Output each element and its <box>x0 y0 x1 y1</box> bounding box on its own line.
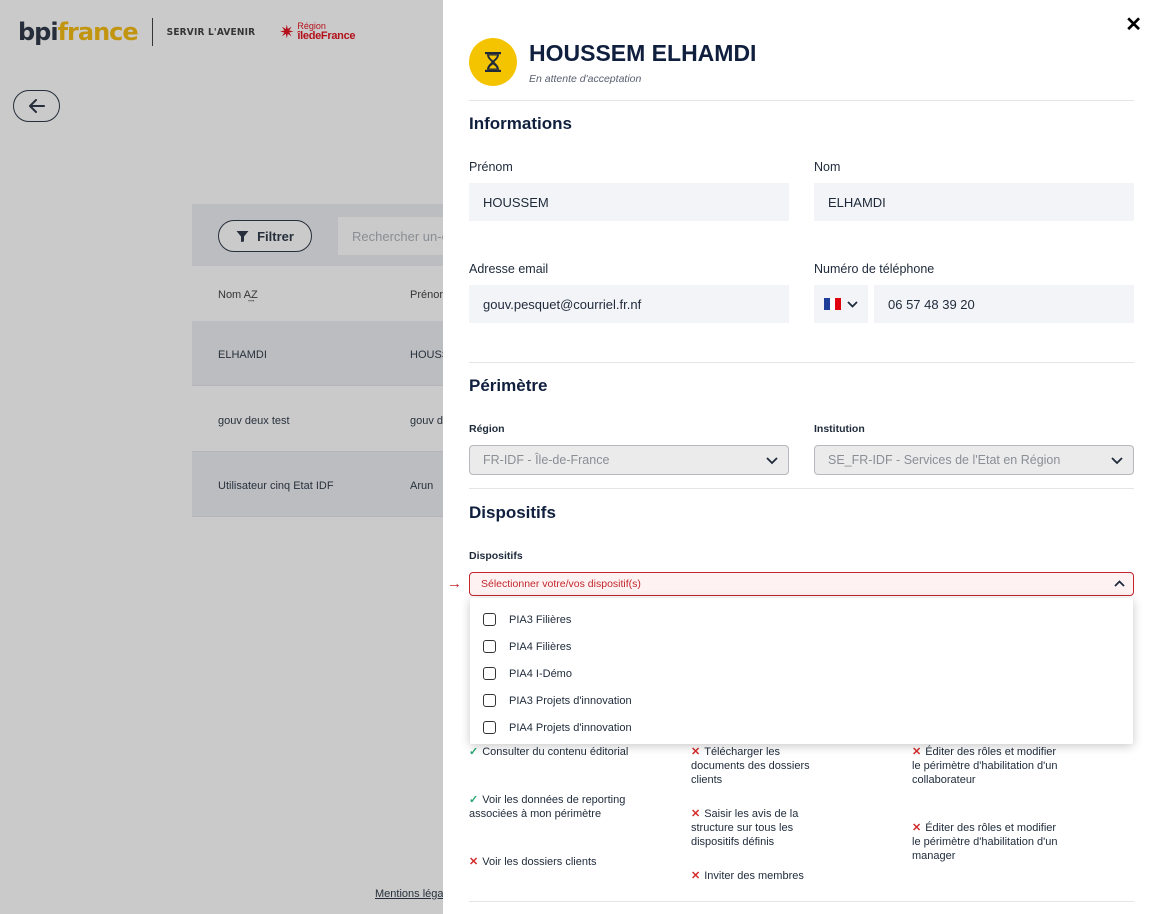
permission-item: ✕ Éditer des rôles et modifier le périmèt… <box>912 745 1062 787</box>
country-code-select[interactable] <box>814 285 868 323</box>
institution-select: SE_FR-IDF - Services de l'Etat en Région <box>814 445 1134 475</box>
dispositif-option[interactable]: PIA4 Projets d'innovation <box>470 714 1133 741</box>
dispositif-option[interactable]: PIA4 Filières <box>470 633 1133 660</box>
permission-item: ✕ Éditer des rôles et modifier le périmèt… <box>912 821 1062 863</box>
region-label: Région <box>469 423 505 435</box>
permission-item: ✓ Consulter du contenu éditorial <box>469 745 649 759</box>
permission-text: Saisir les avis de la structure sur tous… <box>691 808 799 848</box>
section-title-dispositifs: Dispositifs <box>469 503 556 522</box>
phone-field[interactable]: 06 57 48 39 20 <box>874 285 1134 323</box>
dispositif-option[interactable]: PIA3 Projets d'innovation <box>470 687 1133 714</box>
user-status-text: En attente d'acceptation <box>529 73 642 85</box>
hourglass-icon <box>485 52 501 72</box>
error-arrow-icon: → <box>447 575 462 592</box>
checkbox[interactable] <box>483 667 496 680</box>
permission-text: Voir les dossiers clients <box>482 856 597 868</box>
permission-text: Éditer des rôles et modifier le périmètr… <box>912 822 1058 862</box>
dispositif-option[interactable]: PIA3 Filières <box>470 606 1133 633</box>
check-icon: ✓ <box>469 746 479 758</box>
permission-text: Éditer des rôles et modifier le périmètr… <box>912 746 1058 786</box>
chevron-down-icon <box>847 300 858 308</box>
divider <box>469 362 1134 363</box>
checkbox[interactable] <box>483 694 496 707</box>
permission-text: Voir les données de reporting associées … <box>469 794 626 820</box>
divider <box>469 488 1134 489</box>
cross-icon: ✕ <box>691 746 701 758</box>
permission-item: ✕ Télécharger les documents des dossiers … <box>691 745 831 787</box>
permission-item: ✕ Saisir les avis de la structure sur tou… <box>691 807 831 849</box>
user-status-avatar <box>469 38 517 86</box>
dispositifs-dropdown: PIA3 Filières PIA4 Filières PIA4 I-Démo … <box>470 598 1133 744</box>
permission-text: Télécharger les documents des dossiers c… <box>691 746 810 786</box>
dispositif-option[interactable]: PIA4 I-Démo <box>470 660 1133 687</box>
cross-icon: ✕ <box>691 808 701 820</box>
region-select: FR-IDF - Île-de-France <box>469 445 789 475</box>
email-label: Adresse email <box>469 262 549 276</box>
option-label: PIA4 Filières <box>509 640 572 653</box>
section-title-perimetre: Périmètre <box>469 376 548 395</box>
permission-item: ✕ Inviter des membres <box>691 869 851 883</box>
dispositifs-label: Dispositifs <box>469 550 523 562</box>
divider <box>469 901 1134 902</box>
region-select-value: FR-IDF - Île-de-France <box>483 453 610 467</box>
option-label: PIA4 I-Démo <box>509 667 572 680</box>
option-label: PIA4 Projets d'innovation <box>509 721 632 734</box>
permission-item: ✕ Voir les dossiers clients <box>469 855 649 869</box>
email-field[interactable]: gouv.pesquet@courriel.fr.nf <box>469 285 789 323</box>
close-icon[interactable]: ✕ <box>1125 12 1142 37</box>
chevron-down-icon <box>1111 457 1123 465</box>
section-title-informations: Informations <box>469 114 572 133</box>
option-label: PIA3 Filières <box>509 613 572 626</box>
cross-icon: ✕ <box>469 856 479 868</box>
dispositifs-select-placeholder: Sélectionner votre/vos dispositif(s) <box>481 578 641 590</box>
dispositifs-select[interactable]: Sélectionner votre/vos dispositif(s) <box>469 572 1134 596</box>
permission-text: Consulter du contenu éditorial <box>482 746 629 758</box>
phone-label: Numéro de téléphone <box>814 262 935 276</box>
cross-icon: ✕ <box>691 870 701 882</box>
permission-item: ✓ Voir les données de reporting associées… <box>469 793 649 821</box>
divider <box>469 100 1134 101</box>
modal-overlay[interactable] <box>0 0 443 914</box>
check-icon: ✓ <box>469 794 479 806</box>
institution-label: Institution <box>814 423 865 435</box>
cross-icon: ✕ <box>912 822 922 834</box>
permission-text: Inviter des membres <box>704 870 804 882</box>
institution-select-value: SE_FR-IDF - Services de l'Etat en Région <box>828 453 1061 467</box>
user-detail-drawer: ✕ HOUSSEM ELHAMDI En attente d'acceptati… <box>443 0 1160 914</box>
checkbox[interactable] <box>483 613 496 626</box>
nom-label: Nom <box>814 160 841 174</box>
prenom-label: Prénom <box>469 160 513 174</box>
cross-icon: ✕ <box>912 746 922 758</box>
chevron-up-icon <box>1114 580 1125 587</box>
checkbox[interactable] <box>483 721 496 734</box>
user-full-name: HOUSSEM ELHAMDI <box>529 40 757 66</box>
chevron-down-icon <box>766 457 778 465</box>
checkbox[interactable] <box>483 640 496 653</box>
nom-field[interactable]: ELHAMDI <box>814 183 1134 221</box>
prenom-field[interactable]: HOUSSEM <box>469 183 789 221</box>
option-label: PIA3 Projets d'innovation <box>509 694 632 707</box>
fr-flag-icon <box>824 298 842 310</box>
